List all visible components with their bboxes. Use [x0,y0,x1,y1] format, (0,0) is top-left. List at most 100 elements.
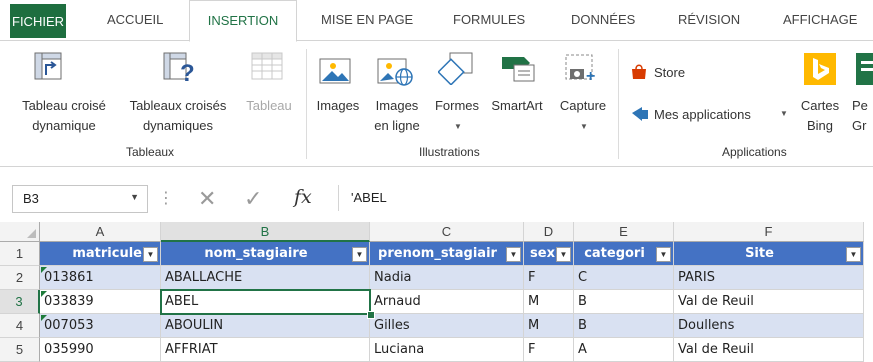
cell-c5[interactable]: Luciana [370,338,524,362]
row-header-2[interactable]: 2 [0,266,40,290]
number-as-text-indicator [41,315,47,321]
select-all-corner[interactable] [0,222,40,242]
tab-mise-en-page[interactable]: MISE EN PAGE [321,0,413,40]
ribbon-panel: Tableau croisé dynamique ? Tableaux croi… [0,41,873,167]
cell-f2[interactable]: PARIS [674,266,864,290]
cell-e2[interactable]: C [574,266,674,290]
tab-accueil[interactable]: ACCUEIL [107,0,163,40]
online-images-button[interactable]: Images en ligne [368,97,426,134]
shapes-button[interactable]: Formes [428,97,486,114]
pivot-table-label-1: Tableau croisé [22,98,106,113]
formula-controls: ⋮ ✕ ✓ fx [146,185,336,211]
cell-d2[interactable]: F [524,266,574,290]
table-label: Tableau [246,98,292,113]
cell-c3[interactable]: Arnaud [370,290,524,314]
cell-b5[interactable]: AFFRIAT [161,338,370,362]
recommended-pivot-icon: ? [163,52,195,83]
cell-a2[interactable]: 013861 [40,266,161,290]
formula-bar: B3 ▼ ⋮ ✕ ✓ fx 'ABEL [0,177,873,217]
recommended-pivot-button[interactable]: Tableaux croisés dynamiques [119,97,237,134]
active-cell-selection [160,289,371,315]
my-apps-button[interactable]: Mes applications [654,106,751,123]
images-button[interactable]: Images [312,97,364,114]
capture-dropdown-icon[interactable]: ▼ [580,122,588,131]
filter-dropdown-icon[interactable]: ▼ [556,247,571,262]
ribbon-tab-bar: FICHIER ACCUEIL INSERTION MISE EN PAGE F… [0,0,873,42]
cell-d3[interactable]: M [524,290,574,314]
recommended-pivot-label-1: Tableaux croisés [129,98,227,113]
cell-e4[interactable]: B [574,314,674,338]
bing-maps-button[interactable]: Cartes Bing [800,97,840,134]
row-header-3[interactable]: 3 [0,290,40,314]
tab-formules[interactable]: FORMULES [453,0,525,40]
column-header-a[interactable]: A [40,222,161,242]
header-cell-prenom-stagiaire[interactable]: prenom_stagiair [370,242,524,266]
insert-function-icon[interactable]: fx [294,186,312,208]
cell-f3[interactable]: Val de Reuil [674,290,864,314]
my-apps-dropdown-icon[interactable]: ▼ [780,109,788,118]
people-graph-button[interactable]: Pe Gr [852,97,868,134]
shapes-dropdown-icon[interactable]: ▼ [454,122,462,131]
formula-input[interactable]: 'ABEL [338,185,873,211]
smartart-button[interactable]: SmartArt [486,97,548,114]
tab-affichage[interactable]: AFFICHAGE [783,0,857,40]
number-as-text-indicator [41,267,47,273]
formula-input-value: 'ABEL [351,190,387,205]
store-button[interactable]: Store [654,64,685,81]
row-header-4[interactable]: 4 [0,314,40,338]
filter-dropdown-icon[interactable]: ▼ [143,247,158,262]
enter-icon[interactable]: ✓ [244,186,262,212]
column-header-f[interactable]: F [674,222,864,242]
cell-c4[interactable]: Gilles [370,314,524,338]
cell-e3[interactable]: B [574,290,674,314]
fill-handle[interactable] [367,311,375,319]
cell-f5[interactable]: Val de Reuil [674,338,864,362]
tab-revision[interactable]: RÉVISION [678,0,740,40]
cell-d4[interactable]: M [524,314,574,338]
column-header-e[interactable]: E [574,222,674,242]
name-box[interactable]: B3 ▼ [12,185,148,213]
cell-c2[interactable]: Nadia [370,266,524,290]
pivot-table-button[interactable]: Tableau croisé dynamique [14,97,114,134]
smartart-icon [502,57,535,82]
filter-dropdown-icon[interactable]: ▼ [352,247,367,262]
cell-f4[interactable]: Doullens [674,314,864,338]
svg-text:?: ? [180,60,195,83]
column-header-c[interactable]: C [370,222,524,242]
group-label-applications: Applications [722,145,787,159]
column-header-b[interactable]: B [161,222,370,242]
header-cell-site[interactable]: Site [674,242,864,266]
column-header-d[interactable]: D [524,222,574,242]
cell-b4[interactable]: ABOULIN [161,314,370,338]
cell-d5[interactable]: F [524,338,574,362]
table-icon [251,52,283,80]
name-box-dropdown-icon[interactable]: ▼ [130,192,139,202]
group-separator [618,49,619,159]
picture-icon [319,58,351,84]
cancel-icon[interactable]: ✕ [198,186,216,212]
header-cell-nom-stagiaire[interactable]: nom_stagiaire [161,242,370,266]
filter-dropdown-icon[interactable]: ▼ [656,247,671,262]
number-as-text-indicator [41,291,47,297]
row-header-1[interactable]: 1 [0,242,40,266]
name-box-value: B3 [23,191,39,206]
filter-dropdown-icon[interactable]: ▼ [506,247,521,262]
more-options-icon: ⋮ [158,190,174,207]
group-label-tableaux: Tableaux [126,145,175,159]
tab-fichier[interactable]: FICHIER [10,4,66,38]
tab-donnees[interactable]: DONNÉES [571,0,635,40]
cell-b2[interactable]: ABALLACHE [161,266,370,290]
cell-a3[interactable]: 033839 [40,290,161,314]
tab-insertion[interactable]: INSERTION [189,0,297,42]
people-graph-icon [856,53,873,85]
table-button[interactable]: Tableau [240,97,298,114]
filter-dropdown-icon[interactable]: ▼ [846,247,861,262]
row-header-5[interactable]: 5 [0,338,40,362]
pivot-table-label-2: dynamique [32,118,96,133]
bing-maps-label-1: Cartes [800,98,840,113]
cell-e5[interactable]: A [574,338,674,362]
capture-button[interactable]: Capture [552,97,614,114]
cell-a4[interactable]: 007053 [40,314,161,338]
people-graph-label-2: Gr [852,118,867,133]
cell-a5[interactable]: 035990 [40,338,161,362]
